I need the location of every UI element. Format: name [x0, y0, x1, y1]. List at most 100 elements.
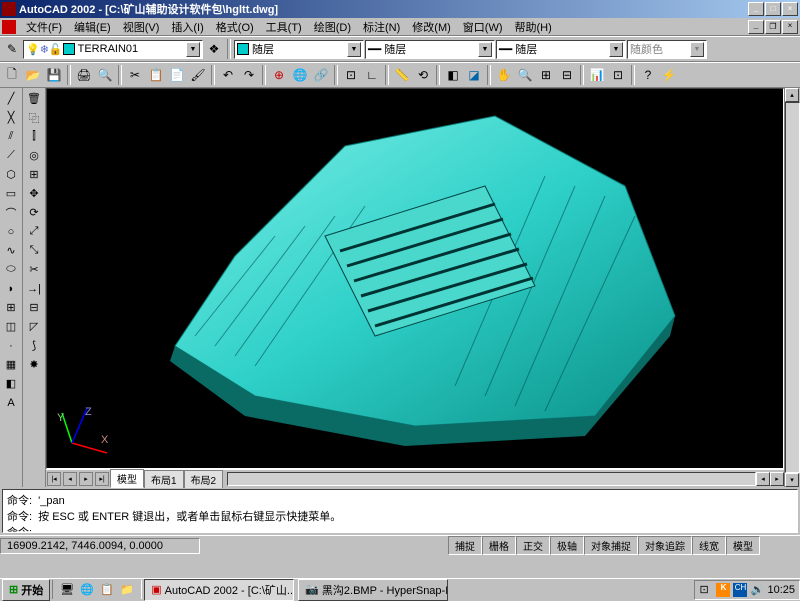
zoom-rt-button[interactable]: 🔍 — [515, 65, 535, 85]
help-button[interactable]: ? — [638, 65, 658, 85]
redo-button[interactable]: ↷ — [239, 65, 259, 85]
offset-button[interactable]: ◎ — [24, 146, 44, 165]
aerial-button[interactable]: ◧ — [443, 65, 463, 85]
open-button[interactable]: 📂 — [23, 65, 43, 85]
active-button[interactable]: ⚡ — [659, 65, 679, 85]
extend-button[interactable]: →| — [24, 279, 44, 298]
explode-button[interactable]: ✸ — [24, 355, 44, 374]
insert-button[interactable]: ⊞ — [1, 298, 21, 317]
taskbar-item-hypersnap[interactable]: 📷 黑沟2.BMP - HyperSnap-DX — [298, 579, 448, 601]
cut-button[interactable]: ✂ — [125, 65, 145, 85]
trim-button[interactable]: ✂ — [24, 260, 44, 279]
coordinates-display[interactable]: 16909.2142, 7446.0094, 0.0000 — [0, 538, 200, 554]
vscrollbar[interactable]: ▴ ▾ — [784, 88, 800, 487]
menu-window[interactable]: 窗口(W) — [457, 17, 509, 37]
chamfer-button[interactable]: ◸ — [24, 317, 44, 336]
ucs-button[interactable]: ∟ — [362, 65, 382, 85]
linetype-combo[interactable]: ━━ 随层 ▼ — [365, 40, 495, 59]
menu-help[interactable]: 帮助(H) — [509, 17, 558, 37]
tray-icon[interactable]: ⊡ — [699, 583, 713, 597]
maximize-button[interactable]: □ — [765, 2, 781, 16]
volume-icon[interactable]: 🔊 — [750, 583, 764, 597]
rotate-button[interactable]: ⟳ — [24, 203, 44, 222]
circle-button[interactable]: ○ — [1, 222, 21, 241]
new-button[interactable]: 🗋 — [2, 65, 22, 85]
chevron-down-icon[interactable]: ▼ — [690, 42, 704, 57]
match-button[interactable]: 🖌 — [188, 65, 208, 85]
menu-modify[interactable]: 修改(M) — [406, 17, 457, 37]
layer-combo[interactable]: 💡 ❄ 🔓 TERRAIN01 ▼ — [23, 40, 203, 59]
eclipse-arc-button[interactable]: ◗ — [1, 279, 21, 298]
scale-button[interactable]: ⤢ — [24, 222, 44, 241]
arc-button[interactable]: ⌒ — [1, 203, 21, 222]
copy-button[interactable]: 📋 — [146, 65, 166, 85]
preview-button[interactable]: 🔍 — [95, 65, 115, 85]
mdi-restore-button[interactable]: ❐ — [765, 20, 781, 34]
move-button[interactable]: ✥ — [24, 184, 44, 203]
rect-button[interactable]: ▭ — [1, 184, 21, 203]
chevron-down-icon[interactable]: ▼ — [347, 42, 361, 57]
zoom-win-button[interactable]: ⊞ — [536, 65, 556, 85]
hatch-button[interactable]: ▦ — [1, 355, 21, 374]
command-window[interactable]: 命令: '_pan 命令: 按 ESC 或 ENTER 键退出，或者单击鼠标右键… — [2, 489, 798, 533]
status-polar[interactable]: 极轴 — [550, 536, 584, 555]
ql-button[interactable]: 📁 — [117, 580, 137, 599]
menu-insert[interactable]: 插入(I) — [165, 17, 209, 37]
line-button[interactable]: ╱ — [1, 89, 21, 108]
ql-button[interactable]: 🌐 — [77, 580, 97, 599]
scroll-down-button[interactable]: ▾ — [785, 473, 799, 487]
menu-file[interactable]: 文件(F) — [20, 17, 68, 37]
close-button[interactable]: × — [782, 2, 798, 16]
status-lwt[interactable]: 线宽 — [692, 536, 726, 555]
menu-draw[interactable]: 绘图(D) — [308, 17, 357, 37]
mline-button[interactable]: ⫽ — [1, 127, 21, 146]
menu-view[interactable]: 视图(V) — [117, 17, 166, 37]
mdi-close-button[interactable]: × — [782, 20, 798, 34]
pline-button[interactable]: ⟋ — [1, 146, 21, 165]
save-button[interactable]: 💾 — [44, 65, 64, 85]
status-snap[interactable]: 捕捉 — [448, 536, 482, 555]
region-button[interactable]: ◧ — [1, 374, 21, 393]
tab-last-button[interactable]: ▸| — [95, 472, 109, 486]
color-combo[interactable]: 随层 ▼ — [234, 40, 364, 59]
print-button[interactable]: 🖨 — [74, 65, 94, 85]
array-button[interactable]: ⊞ — [24, 165, 44, 184]
menu-edit[interactable]: 编辑(E) — [68, 17, 117, 37]
erase-button[interactable]: 🗑 — [24, 89, 44, 108]
fillet-button[interactable]: ⟆ — [24, 336, 44, 355]
undo-button[interactable]: ↶ — [218, 65, 238, 85]
status-ortho[interactable]: 正交 — [516, 536, 550, 555]
mdi-minimize-button[interactable]: _ — [748, 20, 764, 34]
start-button[interactable]: ⊞ 开始 — [2, 579, 50, 601]
chevron-down-icon[interactable]: ▼ — [186, 42, 200, 57]
ime-lang-icon[interactable]: CH — [733, 583, 747, 597]
pan-button[interactable]: ✋ — [494, 65, 514, 85]
ql-button[interactable]: 🖥 — [57, 580, 77, 599]
plotstyle-combo[interactable]: 随颜色 ▼ — [627, 40, 707, 59]
clock[interactable]: 10:25 — [767, 584, 795, 596]
tab-prev-button[interactable]: ◂ — [63, 472, 77, 486]
ime-icon[interactable]: K — [716, 583, 730, 597]
ql-button[interactable]: 📋 — [97, 580, 117, 599]
menu-dimension[interactable]: 标注(N) — [357, 17, 406, 37]
mirror-button[interactable]: ⫿ — [24, 127, 44, 146]
xline-button[interactable]: ╳ — [1, 108, 21, 127]
status-model[interactable]: 模型 — [726, 536, 760, 555]
lineweight-combo[interactable]: ━━ 随层 ▼ — [496, 40, 626, 59]
paste-button[interactable]: 📄 — [167, 65, 187, 85]
copy2-button[interactable]: ⿻ — [24, 108, 44, 127]
today-button[interactable]: ⊕ — [269, 65, 289, 85]
layer-manager-button[interactable]: ✎ — [2, 39, 22, 59]
menu-format[interactable]: 格式(O) — [210, 17, 260, 37]
chevron-down-icon[interactable]: ▼ — [609, 42, 623, 57]
scroll-left-button[interactable]: ◂ — [756, 472, 770, 486]
taskbar-item-autocad[interactable]: ▣ AutoCAD 2002 - [C:\矿山... — [144, 579, 294, 601]
tab-model[interactable]: 模型 — [110, 469, 144, 488]
menu-tools[interactable]: 工具(T) — [260, 17, 308, 37]
scroll-right-button[interactable]: ▸ — [770, 472, 784, 486]
status-osnap[interactable]: 对象捕捉 — [584, 536, 638, 555]
spline-button[interactable]: ∿ — [1, 241, 21, 260]
point-button[interactable]: · — [1, 336, 21, 355]
tab-first-button[interactable]: |◂ — [47, 472, 61, 486]
zoom-prev-button[interactable]: ⊟ — [557, 65, 577, 85]
